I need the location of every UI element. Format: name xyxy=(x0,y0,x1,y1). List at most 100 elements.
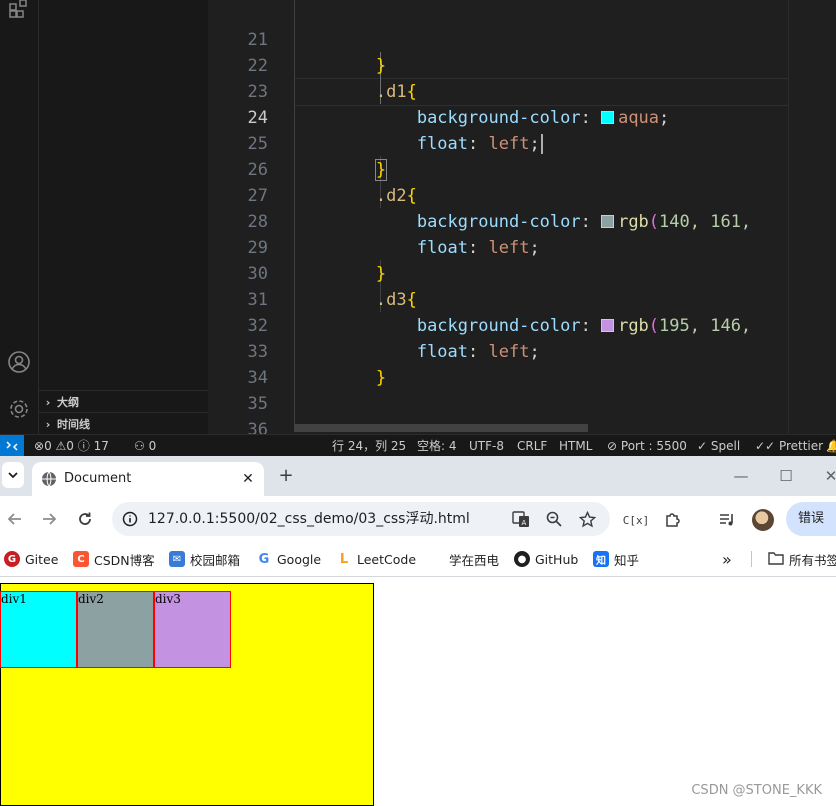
address-bar[interactable]: 127.0.0.1:5500/02_css_demo/03_css浮动.html… xyxy=(112,502,610,536)
close-window-icon[interactable]: ✕ xyxy=(820,464,836,488)
all-bookmarks-folder[interactable]: 所有书签 xyxy=(768,542,836,576)
eol-setting[interactable]: CRLF xyxy=(517,435,547,456)
settings-gear-icon[interactable] xyxy=(4,394,34,424)
code-line-21: 21 } xyxy=(208,1,836,76)
warning-triangle-icon: ⚠ xyxy=(55,439,67,453)
outline-label: 大纲 xyxy=(57,396,79,409)
bookmark-github[interactable]: ● GitHub xyxy=(514,542,578,576)
google-icon: G xyxy=(256,551,272,567)
container-box: div1 div2 div3 xyxy=(0,583,374,806)
remote-indicator-icon[interactable] xyxy=(0,435,24,456)
mail-icon: ✉ xyxy=(169,551,185,567)
leetcode-icon: L xyxy=(336,551,352,567)
horizontal-scrollbar[interactable] xyxy=(294,424,588,432)
back-arrow-icon[interactable] xyxy=(2,506,28,532)
extensions-icon[interactable] xyxy=(4,0,34,24)
minimize-icon[interactable]: — xyxy=(730,464,752,488)
csdn-icon: C xyxy=(73,551,89,567)
chevron-right-icon: › xyxy=(45,395,51,409)
live-server-port[interactable]: ⊘ Port : 5500 xyxy=(607,435,687,456)
double-check-icon: ✓✓ xyxy=(755,439,776,453)
explorer-side-panel: › 大纲 › 时间线 xyxy=(39,0,209,434)
translate-icon[interactable]: A xyxy=(511,509,531,529)
profile-avatar[interactable] xyxy=(752,509,774,531)
bookmark-label: CSDN博客 xyxy=(94,552,155,568)
code-line-27: 27 background-color: rgb(140, 161, xyxy=(208,157,836,232)
gitee-icon: G xyxy=(4,551,20,567)
close-icon[interactable]: ✕ xyxy=(240,462,256,496)
chevron-down-icon xyxy=(8,472,18,479)
site-info-icon[interactable] xyxy=(120,509,140,529)
tab-search-button[interactable] xyxy=(2,462,24,488)
code-line-31: 31 background-color: rgb(195, 146, xyxy=(208,261,836,336)
error-button[interactable]: 错误 xyxy=(786,502,836,536)
zhihu-icon: 知 xyxy=(593,551,609,567)
timeline-section-header[interactable]: › 时间线 xyxy=(39,412,208,435)
reload-icon[interactable] xyxy=(72,506,98,532)
blank-page-icon xyxy=(428,551,444,567)
bookmark-google[interactable]: G Google xyxy=(256,542,321,576)
more-bookmarks-chevron-icon[interactable]: » xyxy=(722,542,732,576)
tab-title: Document xyxy=(64,471,132,486)
bookmark-label: Gitee xyxy=(25,551,59,567)
cursor-position[interactable]: 行 24，列 25 xyxy=(332,435,406,456)
code-line-22: 22 .d1{ xyxy=(208,27,836,102)
code-line-30: 30 .d3{ xyxy=(208,235,836,310)
bookmark-campus-mail[interactable]: ✉ 校园邮箱 xyxy=(169,542,240,576)
maximize-icon[interactable]: ☐ xyxy=(775,464,797,488)
svg-text:A: A xyxy=(522,519,527,527)
bookmark-label: 知乎 xyxy=(614,552,640,568)
outline-section-header[interactable]: › 大纲 xyxy=(39,390,208,413)
encoding-setting[interactable]: UTF-8 xyxy=(469,435,504,456)
divider xyxy=(751,551,752,567)
all-bookmarks-label: 所有书签 xyxy=(789,552,836,568)
new-tab-button[interactable]: + xyxy=(274,464,298,488)
no-entry-icon: ⊘ xyxy=(607,439,618,453)
extension-cx-icon[interactable]: C[x] xyxy=(623,509,650,531)
bookmark-label: 学在西电 xyxy=(449,552,500,568)
account-icon[interactable] xyxy=(4,347,34,377)
spell-check[interactable]: ✓ Spell xyxy=(697,435,740,456)
info-circle-icon: ⓘ xyxy=(77,439,90,453)
spell-label: Spell xyxy=(710,439,741,453)
github-icon: ● xyxy=(514,551,530,567)
bookmarks-bar: G Gitee C CSDN博客 ✉ 校园邮箱 G Google L LeetCode 学… xyxy=(0,542,836,577)
ports-count: 0 xyxy=(148,439,157,453)
media-control-icon[interactable] xyxy=(716,509,738,531)
code-line-26: 26 .d2{ xyxy=(208,131,836,206)
tab-document[interactable]: Document ✕ xyxy=(32,462,264,496)
code-line-28: 28 float: left; xyxy=(208,183,836,258)
float-div-1: div1 xyxy=(0,591,77,668)
forward-arrow-icon[interactable] xyxy=(36,506,62,532)
problems-indicator[interactable]: ⊗0 ⚠0 ⓘ 17 xyxy=(34,435,109,456)
check-icon: ✓ xyxy=(697,439,708,453)
ports-indicator[interactable]: ⚇ 0 xyxy=(134,435,156,456)
code-line-25: 25 } xyxy=(208,105,836,181)
code-line-29: 29 } xyxy=(208,209,836,284)
status-bar: ⊗0 ⚠0 ⓘ 17 ⚇ 0 行 24，列 25 空格: 4 UTF-8 CRL… xyxy=(0,434,836,456)
bookmark-xidian[interactable]: 学在西电 xyxy=(428,542,499,576)
browser-toolbar: 127.0.0.1:5500/02_css_demo/03_css浮动.html… xyxy=(0,496,836,542)
float-div-3: div3 xyxy=(154,591,231,668)
language-mode[interactable]: HTML xyxy=(559,435,592,456)
bookmark-gitee[interactable]: G Gitee xyxy=(4,542,58,576)
zoom-icon[interactable] xyxy=(544,509,564,529)
indentation-setting[interactable]: 空格: 4 xyxy=(417,435,457,456)
error-circle-icon: ⊗ xyxy=(34,439,45,453)
bookmark-label: 校园邮箱 xyxy=(190,552,241,568)
code-line-24: 24 float: left; xyxy=(208,79,836,154)
folder-icon xyxy=(768,551,784,568)
broadcast-icon: ⚇ xyxy=(134,439,145,453)
browser-window: Document ✕ + — ☐ ✕ 127.0.0.1:5500/02_css… xyxy=(0,456,836,806)
code-line-32: 32 float: left; xyxy=(208,287,836,362)
bookmark-leetcode[interactable]: L LeetCode xyxy=(336,542,416,576)
bookmark-star-icon[interactable] xyxy=(577,509,597,529)
extensions-puzzle-icon[interactable] xyxy=(662,509,684,531)
prettier-status[interactable]: ✓✓ Prettier xyxy=(755,435,823,456)
bookmark-csdn[interactable]: C CSDN博客 xyxy=(73,542,155,576)
notifications-bell-icon[interactable]: 🔔 xyxy=(826,435,836,456)
warning-count: 0 xyxy=(66,439,74,453)
code-editor[interactable]: 21 } 22 .d1{ 23 background-color: aqua; … xyxy=(208,0,836,434)
bookmark-zhihu[interactable]: 知知乎 xyxy=(593,542,639,576)
timeline-label: 时间线 xyxy=(57,418,90,431)
